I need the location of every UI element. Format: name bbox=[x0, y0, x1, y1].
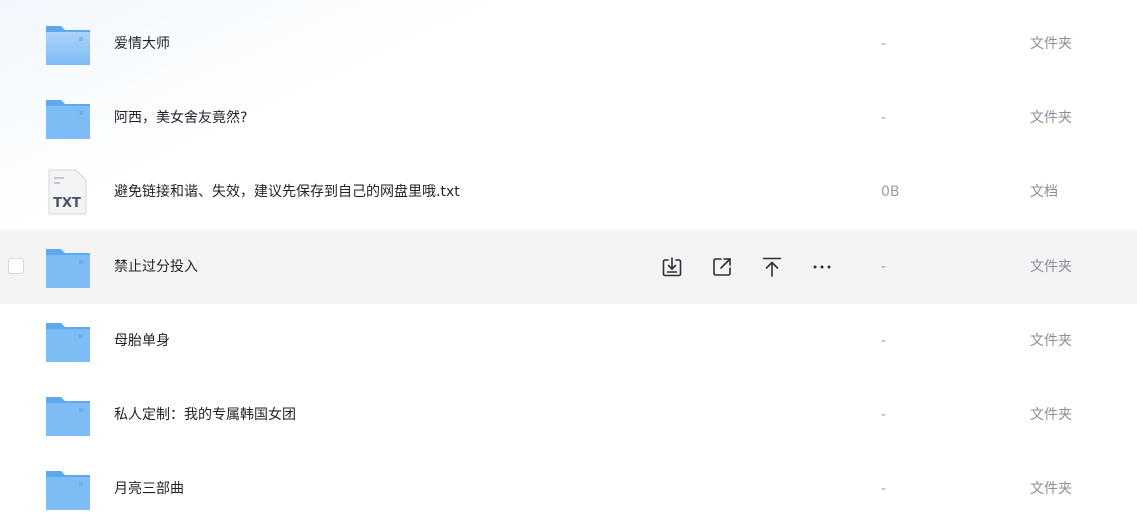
file-type: 文档 bbox=[1030, 184, 1058, 200]
file-name[interactable]: 母胎单身 bbox=[114, 304, 170, 378]
folder-icon bbox=[45, 21, 91, 67]
file-name[interactable]: 月亮三部曲 bbox=[114, 452, 184, 526]
file-size: - bbox=[881, 407, 887, 423]
file-row[interactable]: 月亮三部曲 - 文件夹 bbox=[0, 452, 1137, 526]
folder-icon bbox=[45, 244, 91, 290]
file-type: 文件夹 bbox=[1030, 110, 1072, 126]
txt-file-icon: TXT bbox=[45, 169, 91, 215]
folder-icon bbox=[45, 392, 91, 438]
more-icon[interactable] bbox=[810, 255, 834, 279]
file-row[interactable]: 阿西，美女舍友竟然? - 文件夹 bbox=[0, 81, 1137, 155]
file-size: - bbox=[881, 110, 887, 126]
move-to-top-icon[interactable] bbox=[760, 255, 784, 279]
folder-icon bbox=[45, 466, 91, 512]
file-name[interactable]: 爱情大师 bbox=[114, 7, 170, 81]
folder-icon bbox=[45, 318, 91, 364]
txt-icon-label: TXT bbox=[53, 196, 81, 211]
file-name[interactable]: 阿西，美女舍友竟然? bbox=[114, 81, 247, 155]
file-type: 文件夹 bbox=[1030, 481, 1072, 497]
file-type: 文件夹 bbox=[1030, 36, 1072, 52]
file-row[interactable]: 爱情大师 - 文件夹 bbox=[0, 7, 1137, 81]
file-row-hovered[interactable]: 禁止过分投入 - 文件夹 bbox=[0, 230, 1137, 304]
file-type: 文件夹 bbox=[1030, 333, 1072, 349]
file-type: 文件夹 bbox=[1030, 407, 1072, 423]
file-size: - bbox=[881, 481, 887, 497]
file-row[interactable]: 私人定制：我的专属韩国女团 - 文件夹 bbox=[0, 378, 1137, 452]
file-name[interactable]: 禁止过分投入 bbox=[114, 230, 198, 304]
row-checkbox[interactable] bbox=[8, 258, 24, 274]
file-row[interactable]: 母胎单身 - 文件夹 bbox=[0, 304, 1137, 378]
file-size: - bbox=[881, 36, 887, 52]
share-icon[interactable] bbox=[710, 255, 734, 279]
folder-icon bbox=[45, 95, 91, 141]
download-icon[interactable] bbox=[660, 255, 684, 279]
file-size: - bbox=[881, 333, 887, 349]
file-name[interactable]: 避免链接和谐、失效，建议先保存到自己的网盘里哦.txt bbox=[114, 155, 460, 229]
file-row[interactable]: TXT 避免链接和谐、失效，建议先保存到自己的网盘里哦.txt 0B 文档 bbox=[0, 155, 1137, 229]
file-type: 文件夹 bbox=[1030, 259, 1072, 275]
file-list: 爱情大师 - 文件夹 阿西，美女舍友竟然? - 文件夹 TXT 避免链接和谐、失… bbox=[0, 0, 1137, 528]
file-size: 0B bbox=[881, 184, 900, 200]
file-name[interactable]: 私人定制：我的专属韩国女团 bbox=[114, 378, 296, 452]
file-size: - bbox=[881, 259, 887, 275]
